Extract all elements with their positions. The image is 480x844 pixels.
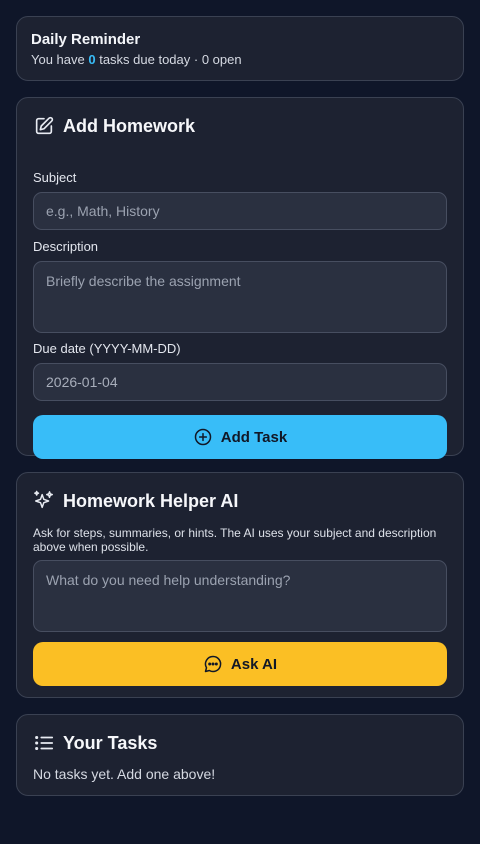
list-icon bbox=[35, 735, 54, 751]
ask-ai-label: Ask AI bbox=[230, 655, 278, 673]
reminder-title: Daily Reminder bbox=[31, 31, 141, 48]
edit-icon bbox=[35, 116, 54, 135]
subject-label: Subject bbox=[33, 170, 77, 185]
chat-icon bbox=[204, 655, 222, 673]
your-tasks-card: Your Tasks No tasks yet. Add one above! bbox=[16, 714, 464, 796]
tasks-title: Your Tasks bbox=[63, 733, 158, 753]
ai-question-input[interactable] bbox=[33, 560, 447, 632]
add-homework-card: Add Homework Subject Description Due dat… bbox=[16, 97, 464, 459]
homework-helper-card: Homework Helper AI Ask for steps, summar… bbox=[16, 472, 464, 698]
due-date-label: Due date (YYYY-MM-DD) bbox=[33, 341, 181, 356]
subject-input[interactable] bbox=[33, 192, 447, 230]
ask-ai-button[interactable]: Ask AI bbox=[33, 642, 447, 686]
tasks-empty-message: No tasks yet. Add one above! bbox=[33, 766, 216, 782]
add-homework-title: Add Homework bbox=[63, 116, 196, 136]
daily-reminder-card: Daily Reminder You have 0 tasks due toda… bbox=[16, 16, 464, 81]
reminder-suffix: tasks due today · 0 open bbox=[95, 52, 242, 67]
reminder-text: You have 0 tasks due today · 0 open bbox=[31, 52, 449, 68]
sparkles-icon bbox=[34, 490, 53, 509]
add-homework-header: Add Homework bbox=[33, 114, 447, 138]
plus-circle-icon bbox=[194, 428, 212, 446]
due-date-input[interactable] bbox=[33, 363, 447, 401]
tasks-header: Your Tasks bbox=[33, 731, 447, 755]
description-label: Description bbox=[33, 239, 99, 254]
ai-helper-header: Homework Helper AI bbox=[33, 489, 447, 513]
ai-helper-hint: Ask for steps, summaries, or hints. The … bbox=[33, 526, 437, 554]
description-input[interactable] bbox=[33, 261, 447, 333]
add-task-label: Add Task bbox=[220, 428, 288, 446]
ai-helper-title: Homework Helper AI bbox=[63, 491, 239, 511]
due-count: 0 bbox=[88, 52, 96, 67]
add-task-button[interactable]: Add Task bbox=[33, 415, 447, 459]
reminder-prefix: You have bbox=[31, 52, 89, 67]
